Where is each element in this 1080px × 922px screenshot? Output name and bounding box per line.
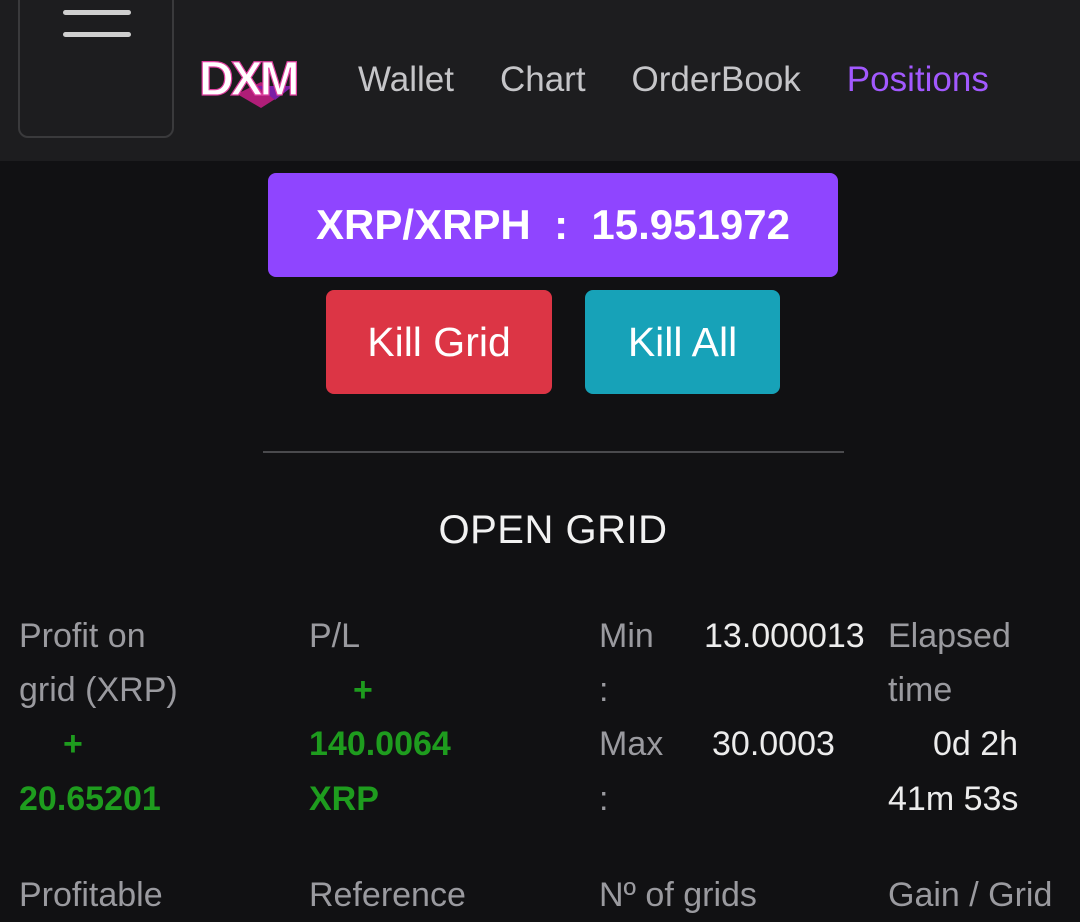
- nav-orderbook[interactable]: OrderBook: [632, 58, 801, 102]
- top-navbar: DXM Wallet Chart OrderBook Positions: [0, 0, 1080, 161]
- pl-unit: XRP: [309, 780, 379, 818]
- nav-wallet[interactable]: Wallet: [358, 58, 454, 102]
- elapsed-value-line1: 0d 2h: [933, 725, 1019, 763]
- max-colon: :: [599, 780, 609, 818]
- nav-positions[interactable]: Positions: [847, 58, 989, 102]
- profit-value: 20.65201: [19, 780, 161, 818]
- num-grids-label: Nº of grids: [599, 876, 757, 914]
- max-label: Max: [599, 725, 664, 763]
- hamburger-icon: [63, 10, 131, 54]
- pl-value: 140.0064: [309, 725, 451, 763]
- profitable-label: Profitable: [19, 876, 163, 914]
- elapsed-label-line2: time: [888, 671, 953, 709]
- section-divider: [263, 451, 844, 453]
- logo-text: DXM: [199, 53, 297, 106]
- pl-sign: +: [353, 671, 373, 709]
- main-nav: Wallet Chart OrderBook Positions: [358, 58, 1035, 102]
- min-value: 13.000013: [704, 617, 865, 655]
- kill-all-button[interactable]: Kill All: [585, 290, 780, 394]
- pair-price-display: XRP/XRPH : 15.951972: [268, 173, 838, 277]
- max-value: 30.0003: [712, 725, 835, 763]
- profit-sign: +: [63, 725, 83, 763]
- section-title: OPEN GRID: [438, 508, 668, 552]
- min-colon: :: [599, 671, 609, 709]
- gain-per-grid-label: Gain / Grid: [888, 876, 1053, 914]
- nav-chart[interactable]: Chart: [500, 58, 586, 102]
- elapsed-value-line2: 41m 53s: [888, 780, 1019, 818]
- profit-label-line2: grid (XRP): [19, 671, 178, 709]
- menu-toggle-button[interactable]: [18, 0, 174, 138]
- pl-label: P/L: [309, 617, 361, 655]
- profit-label-line1: Profit on: [19, 617, 146, 655]
- dxm-logo[interactable]: DXM: [197, 50, 335, 110]
- kill-grid-button[interactable]: Kill Grid: [326, 290, 552, 394]
- elapsed-label-line1: Elapsed: [888, 617, 1011, 655]
- reference-label: Reference: [309, 876, 466, 914]
- min-label: Min: [599, 617, 654, 655]
